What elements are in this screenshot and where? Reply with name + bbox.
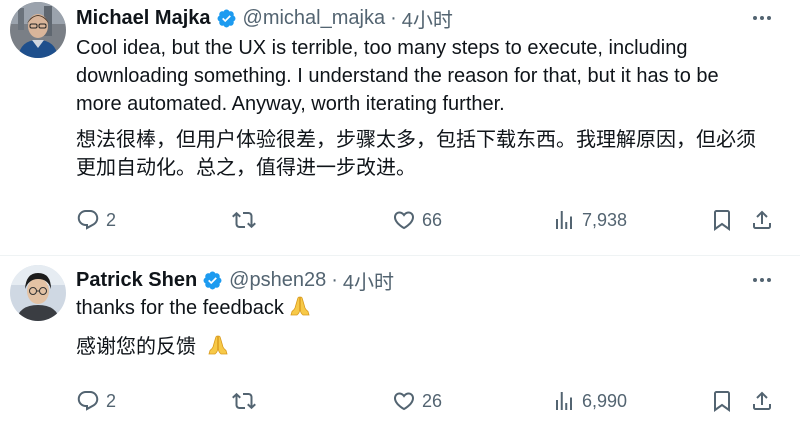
more-options-icon[interactable] [750, 268, 774, 292]
tweet-header: Michael Majka @michal_majka · 4小时 [76, 4, 453, 33]
retweet-button[interactable] [232, 386, 262, 416]
views-button[interactable]: 7,938 [552, 205, 627, 235]
avatar[interactable] [10, 265, 66, 321]
like-count: 66 [422, 209, 443, 230]
share-button[interactable] [750, 386, 774, 416]
tweet-text-line: downloading something. I understand the … [76, 65, 719, 87]
verified-badge-icon [203, 271, 222, 290]
tweet-text-line: 感谢您的反馈 [76, 333, 776, 361]
reply-count: 2 [106, 209, 117, 230]
tweet-text-line: thanks for the feedback [76, 294, 776, 322]
views-button[interactable]: 6,990 [552, 386, 627, 416]
display-name[interactable]: Patrick Shen [76, 269, 197, 292]
tweet-text-line: 想法很棒，但用户体验很差，步骤太多，包括下载东西。我理解原因，但必须 [76, 129, 756, 151]
timestamp[interactable]: 4小时 [402, 4, 453, 33]
tweet-text-english: Cool idea, but the UX is terrible, too m… [76, 34, 776, 118]
bookmark-icon [714, 391, 730, 412]
display-name[interactable]: Michael Majka [76, 7, 211, 30]
more-options-icon[interactable] [750, 6, 774, 30]
tweet-text-line: Cool idea, but the UX is terrible, too m… [76, 37, 688, 59]
bookmark-button[interactable] [710, 386, 734, 416]
tweet-text-line: more automated. Anyway, worth iterating … [76, 93, 505, 115]
share-button[interactable] [750, 205, 774, 235]
reply-button[interactable]: 2 [76, 205, 116, 235]
like-button[interactable]: 26 [392, 386, 442, 416]
verified-badge-icon [217, 9, 235, 28]
views-chart-icon [556, 211, 572, 229]
separator-dot: · [331, 269, 338, 291]
folded-hands-emoji [208, 335, 228, 355]
bookmark-button[interactable] [710, 205, 734, 235]
tweet-patrick-shen[interactable]: Patrick Shen @pshen28 · 4小时 thanks for t… [0, 256, 800, 429]
tweet-text-chinese: 感谢您的反馈 [76, 333, 776, 361]
tweet-text: thanks for the feedback [76, 297, 284, 319]
bookmark-icon [714, 210, 730, 231]
reply-icon [77, 210, 99, 230]
user-handle[interactable]: @pshen28 [229, 269, 326, 292]
reply-icon [77, 391, 99, 411]
view-count: 6,990 [582, 390, 628, 411]
views-chart-icon [556, 392, 572, 410]
tweet-text-line: 更加自动化。总之，值得进一步改进。 [76, 157, 416, 179]
retweet-icon [232, 392, 256, 410]
heart-icon [393, 392, 415, 411]
tweet-header: Patrick Shen @pshen28 · 4小时 [76, 266, 394, 295]
user-handle[interactable]: @michal_majka [243, 7, 386, 30]
tweet-text-chinese: 想法很棒，但用户体验很差，步骤太多，包括下载东西。我理解原因，但必须 更加自动化… [76, 126, 776, 182]
avatar[interactable] [10, 2, 66, 58]
view-count: 7,938 [582, 209, 628, 230]
like-button[interactable]: 66 [392, 205, 442, 235]
tweet-michael-majka[interactable]: Michael Majka @michal_majka · 4小时 Cool i… [0, 0, 800, 256]
retweet-button[interactable] [232, 205, 262, 235]
tweet-text: 感谢您的反馈 [76, 336, 196, 358]
reply-button[interactable]: 2 [76, 386, 116, 416]
share-icon [753, 210, 771, 229]
tweet-text-english: thanks for the feedback [76, 294, 776, 322]
reply-count: 2 [106, 390, 117, 411]
share-icon [753, 391, 771, 410]
action-bar: 2 26 6,990 [76, 386, 776, 416]
retweet-icon [232, 211, 256, 229]
timestamp[interactable]: 4小时 [343, 266, 394, 295]
separator-dot: · [390, 7, 397, 29]
action-bar: 2 66 7,938 [76, 205, 776, 235]
like-count: 26 [422, 390, 443, 411]
folded-hands-emoji [290, 296, 310, 316]
heart-icon [393, 211, 415, 230]
